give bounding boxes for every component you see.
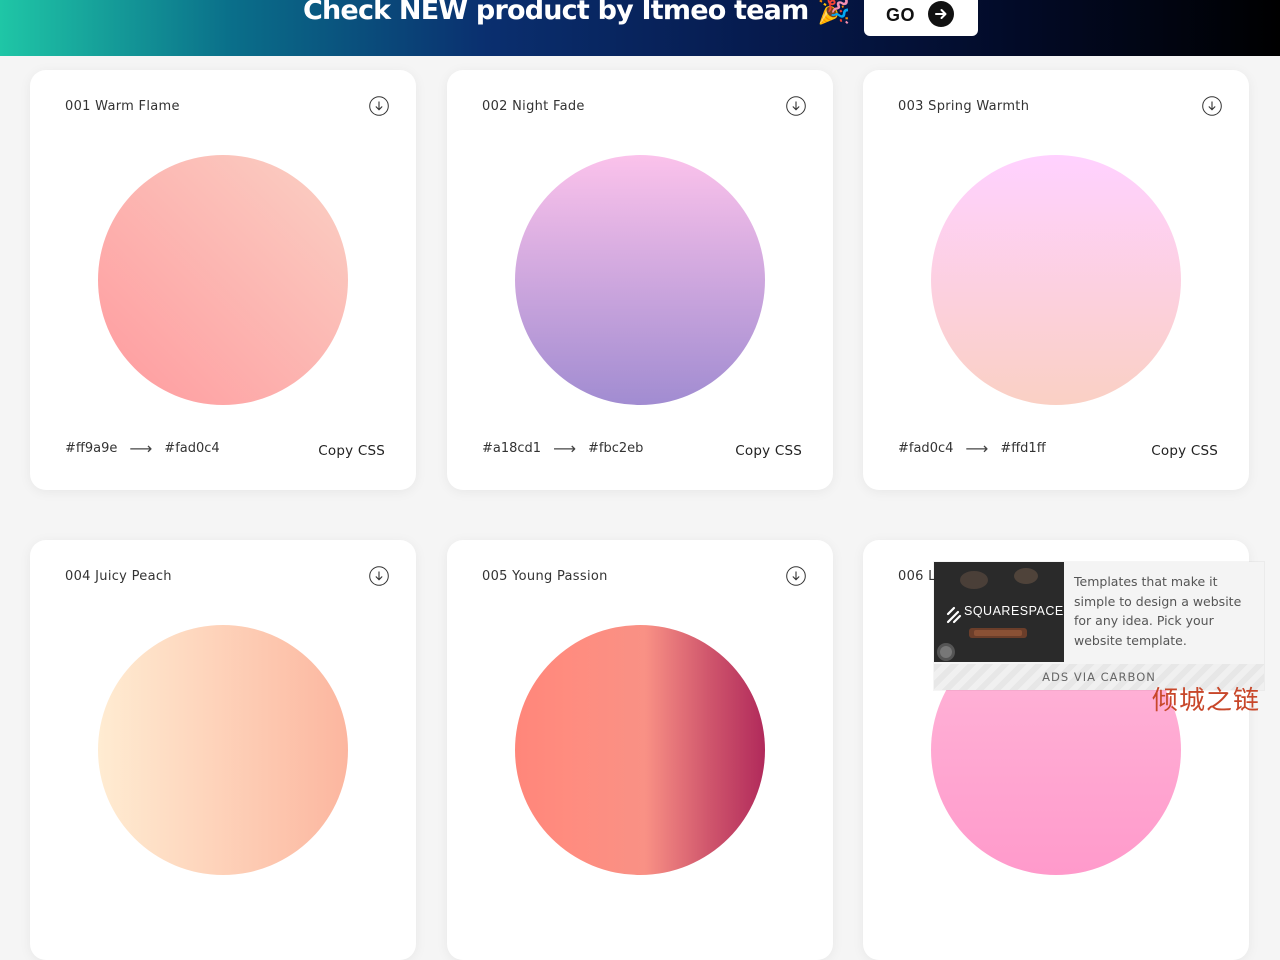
watermark: 倾城之链 xyxy=(1152,686,1261,716)
ad-brand: SQUARESPACE xyxy=(964,604,1064,618)
download-icon[interactable] xyxy=(786,566,806,586)
gradient-preview xyxy=(515,155,765,405)
gradient-preview xyxy=(931,155,1181,405)
color-from: #a18cd1 xyxy=(482,441,542,456)
copy-css-button[interactable]: Copy CSS xyxy=(735,443,802,459)
gradient-colors: #fad0c4 ⟶ #ffd1ff xyxy=(898,439,1046,458)
color-to: #fad0c4 xyxy=(164,441,220,456)
color-to: #ffd1ff xyxy=(1000,441,1046,456)
download-icon[interactable] xyxy=(369,96,389,116)
download-icon[interactable] xyxy=(369,566,389,586)
ad-image[interactable]: SQUARESPACE xyxy=(934,562,1064,662)
copy-css-button[interactable]: Copy CSS xyxy=(318,443,385,459)
download-icon[interactable] xyxy=(786,96,806,116)
download-icon[interactable] xyxy=(1202,96,1222,116)
gradient-card[interactable]: 004 Juicy Peach xyxy=(30,540,416,960)
banner-text: Check NEW product by Itmeo team 🎉 xyxy=(303,0,851,26)
card-title: 004 Juicy Peach xyxy=(65,569,172,584)
go-button-label: GO xyxy=(886,4,916,25)
card-title: 001 Warm Flame xyxy=(65,99,180,114)
arrow-right-icon: ⟶ xyxy=(965,439,989,458)
arrow-right-icon xyxy=(928,1,954,27)
color-from: #ff9a9e xyxy=(65,441,118,456)
card-title: 005 Young Passion xyxy=(482,569,608,584)
card-title: 003 Spring Warmth xyxy=(898,99,1030,114)
carbon-ad[interactable]: SQUARESPACE Templates that make it simpl… xyxy=(934,562,1264,690)
gradient-preview xyxy=(98,155,348,405)
card-title: 006 L xyxy=(898,569,936,584)
color-to: #fbc2eb xyxy=(588,441,644,456)
ad-text[interactable]: Templates that make it simple to design … xyxy=(1074,572,1256,650)
card-title: 002 Night Fade xyxy=(482,99,585,114)
copy-css-button[interactable]: Copy CSS xyxy=(1151,443,1218,459)
gradient-card[interactable]: 003 Spring Warmth #fad0c4 ⟶ #ffd1ff Copy… xyxy=(863,70,1249,490)
gradient-card[interactable]: 005 Young Passion xyxy=(447,540,833,960)
gradient-colors: #a18cd1 ⟶ #fbc2eb xyxy=(482,439,643,458)
gradient-card[interactable]: 002 Night Fade #a18cd1 ⟶ #fbc2eb Copy CS… xyxy=(447,70,833,490)
promo-banner[interactable]: Check NEW product by Itmeo team 🎉 GO xyxy=(0,0,1280,56)
color-from: #fad0c4 xyxy=(898,441,954,456)
arrow-right-icon: ⟶ xyxy=(553,439,577,458)
gradient-preview xyxy=(515,625,765,875)
arrow-right-icon: ⟶ xyxy=(129,439,153,458)
gradient-colors: #ff9a9e ⟶ #fad0c4 xyxy=(65,439,220,458)
go-button[interactable]: GO xyxy=(864,0,978,36)
gradient-card[interactable]: 001 Warm Flame #ff9a9e ⟶ #fad0c4 Copy CS… xyxy=(30,70,416,490)
gradient-preview xyxy=(98,625,348,875)
